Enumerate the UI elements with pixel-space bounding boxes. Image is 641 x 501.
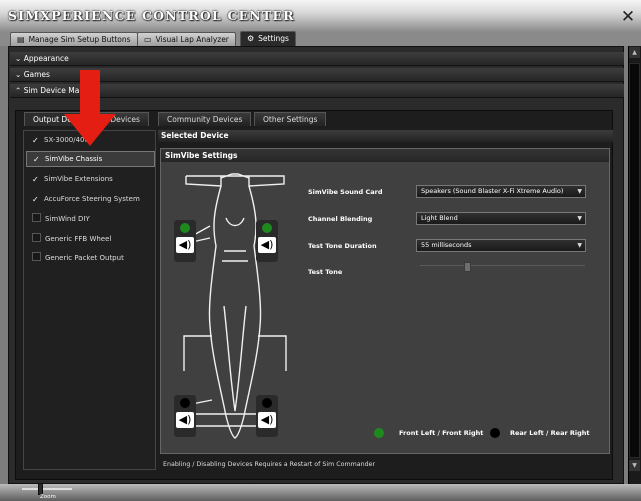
tab-visual-lap-analyzer[interactable]: ▭ Visual Lap Analyzer	[137, 32, 236, 46]
speaker-icon: ◀)	[176, 412, 194, 428]
chevron-down-icon: ⌄	[15, 70, 22, 79]
test-tone-duration-dropdown[interactable]: 55 milliseconds ▼	[416, 239, 586, 252]
checkbox-checked[interactable]: ✓	[32, 137, 40, 145]
checkbox-checked[interactable]: ✓	[32, 196, 40, 204]
black-indicator	[262, 398, 272, 408]
rear-left-speaker[interactable]: ◀)	[174, 220, 196, 262]
front-right-speaker[interactable]: ◀)	[256, 395, 278, 437]
dropdown-value: 55 milliseconds	[421, 241, 472, 249]
rear-legend-dot	[490, 428, 500, 438]
arrow-down-icon	[64, 70, 116, 146]
sliders-icon: ▤	[17, 35, 25, 44]
chevron-down-icon: ⌄	[15, 54, 22, 63]
device-item-simvibe-extensions[interactable]: ✓ SimVibe Extensions	[26, 172, 155, 188]
device-label: SimWind DIY	[45, 215, 90, 223]
device-label: Generic FFB Wheel	[45, 235, 112, 243]
simvibe-settings-header: SimVibe Settings	[161, 149, 609, 162]
checkbox-unchecked[interactable]	[32, 233, 41, 242]
chevron-down-icon: ▼	[577, 188, 582, 195]
rear-legend-label: Rear Left / Rear Right	[510, 429, 590, 437]
close-icon[interactable]: ✕	[620, 8, 636, 26]
gears-icon: ⚙	[247, 34, 255, 43]
chevron-down-icon: ▼	[577, 242, 582, 249]
device-item-generic-packet-output[interactable]: Generic Packet Output	[26, 251, 155, 267]
tab-label: Manage Sim Setup Buttons	[28, 35, 131, 44]
front-left-speaker[interactable]: ◀)	[174, 395, 196, 437]
zoom-label: Zoom	[40, 494, 56, 500]
tab-community-devices[interactable]: Community Devices	[158, 112, 252, 126]
section-label: Games	[23, 70, 50, 79]
speaker-icon: ◀)	[176, 237, 194, 253]
chevron-up-icon: ⌃	[15, 86, 22, 95]
test-tone-slider-thumb[interactable]	[464, 262, 472, 272]
dropdown-value: Speakers (Sound Blaster X-Fi Xtreme Audi…	[421, 187, 564, 195]
speaker-icon: ◀)	[258, 237, 276, 253]
black-indicator	[180, 398, 190, 408]
device-label: SimVibe Chassis	[45, 155, 103, 163]
chevron-down-icon: ▼	[577, 215, 582, 222]
app-title: SIMXPERIENCE CONTROL CENTER	[8, 8, 295, 23]
document-icon: ▭	[144, 35, 152, 44]
device-label: SimVibe Extensions	[44, 175, 113, 183]
tab-settings[interactable]: ⚙ Settings	[240, 31, 296, 46]
dropdown-value: Light Blend	[421, 214, 458, 222]
device-item-accuforce-steering-system[interactable]: ✓ AccuForce Steering System	[26, 192, 155, 208]
speaker-icon: ◀)	[258, 412, 276, 428]
section-label: Appearance	[23, 54, 69, 63]
rear-right-speaker[interactable]: ◀)	[256, 220, 278, 262]
checkbox-checked[interactable]: ✓	[32, 176, 40, 184]
tab-label: Visual Lap Analyzer	[155, 35, 229, 44]
rear-wing-outline	[185, 175, 285, 187]
device-label: AccuForce Steering System	[44, 195, 140, 203]
green-indicator	[180, 223, 190, 233]
checkbox-unchecked[interactable]	[32, 213, 41, 222]
device-item-simvibe-chassis[interactable]: ✓ SimVibe Chassis	[26, 151, 155, 167]
test-tone-label: Test Tone	[308, 268, 343, 276]
device-item-simwind-diy[interactable]: SimWind DIY	[26, 212, 155, 228]
scrollbar-thumb[interactable]	[629, 63, 640, 458]
front-legend-label: Front Left / Front Right	[399, 429, 484, 437]
scroll-up-button[interactable]: ▲	[629, 47, 640, 58]
green-indicator	[262, 223, 272, 233]
checkbox-unchecked[interactable]	[32, 252, 41, 261]
red-arrow-annotation	[64, 70, 116, 146]
test-tone-slider-track[interactable]	[420, 265, 585, 266]
sound-card-dropdown[interactable]: Speakers (Sound Blaster X-Fi Xtreme Audi…	[416, 185, 586, 198]
checkbox-checked[interactable]: ✓	[33, 156, 41, 164]
channel-blending-dropdown[interactable]: Light Blend ▼	[416, 212, 586, 225]
device-item-generic-ffb-wheel[interactable]: Generic FFB Wheel	[26, 232, 155, 248]
selected-device-header: Selected Device	[158, 130, 613, 142]
restart-notice: Enabling / Disabling Devices Requires a …	[163, 461, 376, 468]
zoom-slider-track[interactable]	[22, 488, 72, 490]
sound-card-label: SimVibe Sound Card	[308, 188, 383, 196]
zoom-bar	[0, 484, 641, 501]
tab-manage-sim-setup-buttons[interactable]: ▤ Manage Sim Setup Buttons	[10, 32, 138, 46]
section-appearance[interactable]: ⌄ Appearance	[10, 52, 624, 66]
front-legend-dot	[374, 428, 384, 438]
test-tone-duration-label: Test Tone Duration	[308, 242, 377, 250]
channel-blending-label: Channel Blending	[308, 215, 373, 223]
tab-other-settings[interactable]: Other Settings	[254, 112, 327, 126]
scroll-down-button[interactable]: ▼	[629, 460, 640, 471]
car-body-outline	[208, 185, 262, 439]
device-label: Generic Packet Output	[45, 254, 124, 262]
tab-label: Settings	[258, 34, 289, 43]
